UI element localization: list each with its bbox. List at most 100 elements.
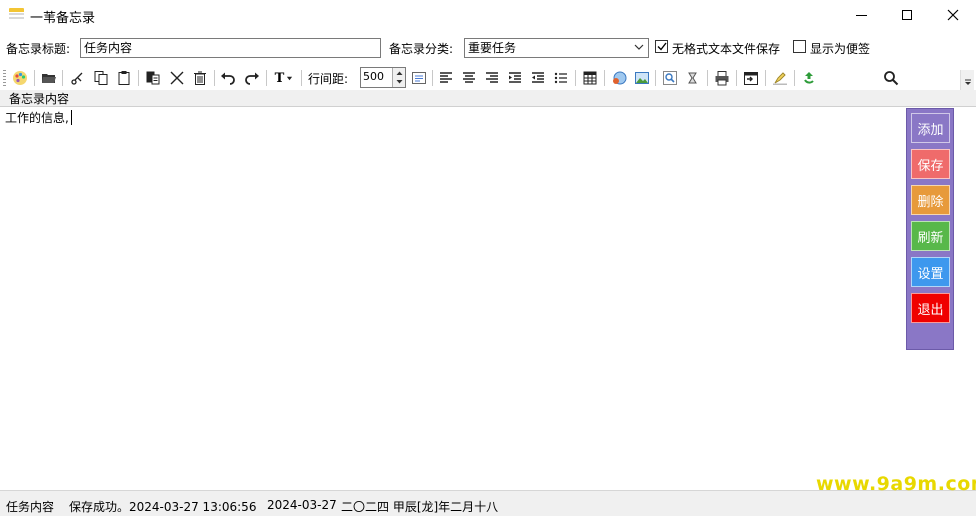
outdent-button[interactable] (528, 68, 548, 88)
delete-icon (170, 71, 184, 85)
editor-content: 工作的信息, (5, 111, 69, 125)
paste-button[interactable] (114, 68, 134, 88)
find-button[interactable] (660, 68, 680, 88)
toolbar-search-result (904, 66, 954, 90)
settings-button[interactable]: 设置 (911, 257, 950, 287)
text-format-icon: T (274, 70, 285, 86)
insert-date-button[interactable] (741, 68, 761, 88)
close-button[interactable] (930, 0, 976, 30)
align-left-button[interactable] (436, 68, 456, 88)
toolbar-overflow-button[interactable] (960, 70, 974, 90)
status-message: 保存成功。2024-03-27 13:06:56 (69, 500, 257, 514)
toolbar-separator (34, 70, 35, 86)
recycle-button[interactable] (799, 68, 819, 88)
show-as-sticky-checkbox[interactable] (793, 40, 806, 53)
insert-image-button[interactable] (632, 68, 652, 88)
delete-memo-button[interactable]: 删除 (911, 185, 950, 215)
toolbar-separator (62, 70, 63, 86)
print-button[interactable] (712, 68, 732, 88)
recycle-icon (804, 72, 814, 84)
plain-text-save-checkbox[interactable] (655, 40, 668, 53)
highlight-button[interactable] (770, 68, 790, 88)
side-action-panel: 添加 保存 删除 刷新 设置 退出 (906, 108, 954, 350)
minimize-button[interactable] (838, 0, 884, 30)
chevron-down-icon (965, 79, 971, 85)
align-center-icon (463, 72, 475, 83)
copy-icon (94, 71, 108, 85)
paste-special-button[interactable] (143, 68, 163, 88)
copy-button[interactable] (91, 68, 111, 88)
search-button[interactable] (881, 68, 901, 88)
insert-link-button[interactable] (609, 68, 629, 88)
toolbar-separator (214, 70, 215, 86)
toolbar-search-field[interactable] (828, 66, 878, 90)
palette-icon (13, 71, 27, 85)
window-title: 一苇备忘录 (30, 11, 96, 26)
editor-text[interactable]: 工作的信息, (5, 109, 72, 126)
line-spacing-input[interactable]: 500 (360, 67, 406, 88)
indent-icon (509, 72, 521, 83)
maximize-icon (902, 10, 912, 20)
undo-button[interactable] (218, 68, 238, 88)
bullet-list-button[interactable] (551, 68, 571, 88)
memo-editor[interactable]: 工作的信息, (0, 106, 976, 490)
title-bar: 一苇备忘录 (0, 0, 976, 32)
palette-button[interactable] (10, 68, 30, 88)
site-watermark: www.9a9m.com (816, 473, 976, 495)
toolbar-separator (138, 70, 139, 86)
category-select[interactable]: 重要任务 (464, 38, 649, 58)
toolbar-separator (794, 70, 795, 86)
category-value: 重要任务 (468, 41, 517, 55)
category-label: 备忘录分类: (389, 42, 454, 56)
table-icon (583, 71, 597, 85)
toolbar-separator (432, 70, 433, 86)
line-spacing-stepper[interactable] (392, 68, 405, 87)
trash-icon (194, 71, 206, 85)
find-icon (663, 71, 677, 85)
chevron-down-icon (634, 44, 644, 50)
replace-icon (688, 72, 697, 84)
replace-button[interactable] (683, 68, 703, 88)
close-icon (947, 9, 959, 21)
cut-button[interactable] (67, 68, 87, 88)
paragraph-icon (412, 72, 426, 84)
bullet-list-icon (554, 72, 567, 84)
paragraph-button[interactable] (409, 68, 429, 88)
insert-image-icon (635, 72, 649, 84)
align-right-button[interactable] (482, 68, 502, 88)
add-button[interactable]: 添加 (911, 113, 950, 143)
toolbar-separator (765, 70, 766, 86)
cut-icon (71, 72, 83, 85)
delete-button[interactable] (167, 68, 187, 88)
save-button[interactable]: 保存 (911, 149, 950, 179)
plain-text-save-label: 无格式文本文件保存 (672, 42, 781, 56)
insert-link-icon (613, 71, 627, 85)
open-button[interactable] (39, 68, 59, 88)
text-format-button[interactable]: T (271, 68, 297, 88)
exit-button[interactable]: 退出 (911, 293, 950, 323)
table-button[interactable] (580, 68, 600, 88)
title-label: 备忘录标题: (6, 42, 71, 56)
status-memo-name: 任务内容 (6, 500, 55, 514)
toolbar-separator (707, 70, 708, 86)
status-lunar-date: 二〇二四 甲辰[龙]年二月十八 (341, 500, 499, 514)
minimize-icon (855, 14, 867, 16)
title-input[interactable]: 任务内容 (80, 38, 381, 58)
refresh-button[interactable]: 刷新 (911, 221, 950, 251)
indent-button[interactable] (505, 68, 525, 88)
open-folder-icon (42, 74, 56, 83)
redo-button[interactable] (242, 68, 262, 88)
clear-button[interactable] (190, 68, 210, 88)
checkmark-icon (657, 42, 667, 51)
chevron-down-icon (287, 76, 293, 80)
align-center-button[interactable] (459, 68, 479, 88)
memo-form-row: 备忘录标题: 任务内容 备忘录分类: 重要任务 无格式文本文件保存 显示为便签 (0, 34, 976, 62)
toolbar-grip[interactable] (3, 70, 6, 86)
align-right-icon (486, 72, 498, 83)
app-notepad-icon (9, 8, 24, 22)
toolbar-separator (604, 70, 605, 86)
paste-special-icon (146, 71, 160, 85)
line-spacing-label: 行间距: (308, 72, 349, 86)
maximize-button[interactable] (884, 0, 930, 30)
highlight-icon (773, 72, 787, 85)
